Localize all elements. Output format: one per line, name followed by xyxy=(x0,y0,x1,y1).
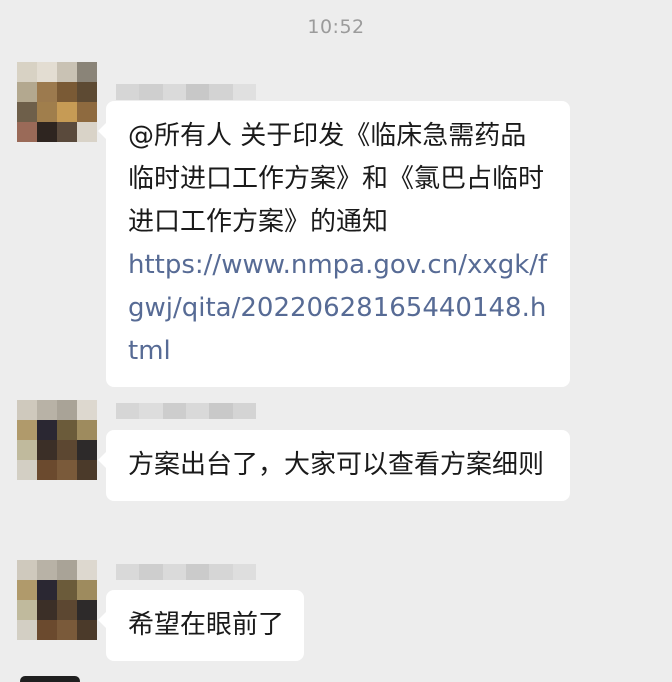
sender-avatar[interactable] xyxy=(17,560,97,640)
message-text: 方案出台了，大家可以查看方案细则 xyxy=(128,450,545,480)
message-bubble[interactable]: 方案出台了，大家可以查看方案细则 xyxy=(98,430,570,501)
next-avatar-peek xyxy=(20,676,80,682)
sender-avatar[interactable] xyxy=(17,62,97,142)
message-bubble[interactable]: @所有人 关于印发《临床急需药品临时进口工作方案》和《氯巴占临时进口工作方案》的… xyxy=(98,101,570,387)
sender-nickname-blurred xyxy=(116,403,256,419)
sender-nickname-blurred xyxy=(116,564,256,580)
message-text: @所有人 关于印发《临床急需药品临时进口工作方案》和《氯巴占临时进口工作方案》的… xyxy=(128,121,545,237)
chat-screen: 10:52 @所有人 关于印发《临床急需药品临时进口工作方案》和《氯巴占临时进口… xyxy=(0,0,672,682)
message-text: 希望在眼前了 xyxy=(128,610,285,640)
sender-nickname-blurred xyxy=(116,84,256,100)
message-bubble[interactable]: 希望在眼前了 xyxy=(97,590,305,661)
message-timestamp: 10:52 xyxy=(307,16,365,38)
message-link[interactable]: https://www.nmpa.gov.cn/xxgk/fgwj/qita/2… xyxy=(128,244,550,373)
sender-avatar[interactable] xyxy=(17,400,97,480)
